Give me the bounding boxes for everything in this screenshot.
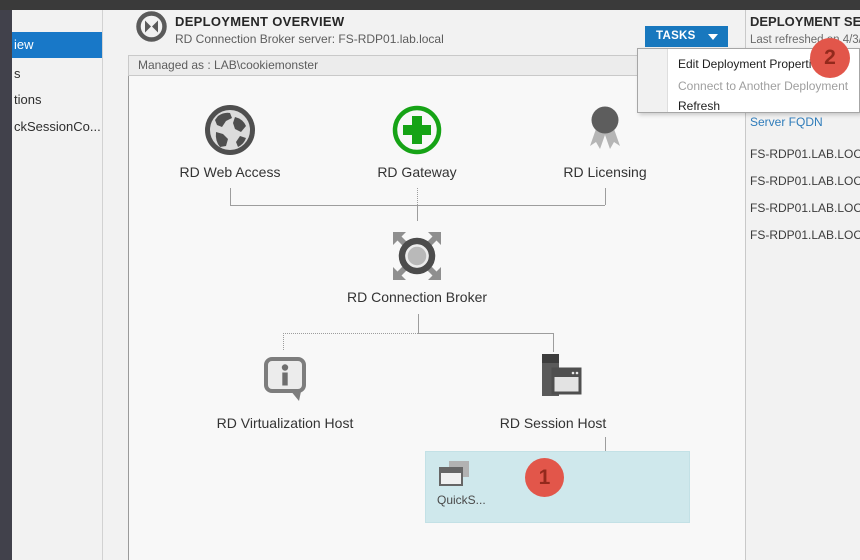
connector-line <box>605 437 606 451</box>
server-row[interactable]: FS-RDP01.LAB.LOCAL <box>750 201 860 215</box>
node-rd-virtualization-host[interactable] <box>259 352 311 409</box>
node-rd-web-access[interactable] <box>204 104 256 161</box>
server-window-icon <box>529 391 583 408</box>
sidebar-item-overview[interactable]: iew <box>12 32 102 58</box>
node-label-rd-connection-broker: RD Connection Broker <box>347 289 487 305</box>
page-title: DEPLOYMENT OVERVIEW <box>175 14 344 29</box>
info-bubble-icon <box>259 391 311 408</box>
sidebar-item-servers[interactable]: s <box>12 63 102 85</box>
connector-line-dotted <box>283 333 418 334</box>
node-rd-licensing[interactable] <box>579 103 631 160</box>
globe-icon <box>204 143 256 160</box>
menu-item-connect-to-another-deployment: Connect to Another Deployment <box>678 79 848 93</box>
menu-item-refresh[interactable]: Refresh <box>678 99 720 113</box>
server-row[interactable]: FS-RDP01.LAB.LOCAL <box>750 174 860 188</box>
rds-logo-icon <box>136 11 167 42</box>
connector-line <box>418 333 553 334</box>
page-subtitle: RD Connection Broker server: FS-RDP01.la… <box>175 32 444 46</box>
connector-line <box>418 314 419 333</box>
sidebar-item-collections[interactable]: tions <box>12 89 102 111</box>
tasks-button-label: TASKS <box>656 30 696 42</box>
menu-item-edit-deployment-properties[interactable]: Edit Deployment Properties <box>678 57 824 71</box>
windows-stack-icon <box>437 459 471 496</box>
window-top-bar <box>0 0 860 10</box>
annotation-badge-step-1: 1 <box>525 458 564 497</box>
left-dark-strip <box>0 10 12 560</box>
node-label-rd-session-host: RD Session Host <box>500 415 607 431</box>
node-label-rd-virtualization-host: RD Virtualization Host <box>217 415 354 431</box>
green-plus-circle-icon <box>391 143 443 160</box>
sidebar-divider <box>102 10 103 560</box>
node-label-rd-web-access: RD Web Access <box>180 164 281 180</box>
collection-label: QuickS... <box>437 493 486 507</box>
menu-icon-gutter <box>638 49 668 112</box>
sidebar-item-quicksessioncollection[interactable]: ckSessionCo... <box>12 116 102 138</box>
connector-line <box>417 205 418 221</box>
tasks-button[interactable]: TASKS <box>645 26 728 47</box>
annotation-badge-step-2: 2 <box>810 38 850 78</box>
connector-line <box>230 188 231 205</box>
node-rd-gateway[interactable] <box>391 104 443 161</box>
server-row[interactable]: FS-RDP01.LAB.LOCAL <box>750 228 860 242</box>
node-rd-connection-broker[interactable] <box>385 224 449 293</box>
connector-line-dotted <box>417 188 418 205</box>
column-header-server-fqdn[interactable]: Server FQDN <box>750 115 823 129</box>
medal-ribbon-icon <box>579 142 631 159</box>
node-rd-session-host[interactable] <box>529 350 583 409</box>
connector-line <box>605 188 606 205</box>
node-label-rd-gateway: RD Gateway <box>377 164 456 180</box>
server-row[interactable]: FS-RDP01.LAB.LOCAL <box>750 147 860 161</box>
deployment-servers-title: DEPLOYMENT SERVERS <box>750 14 860 29</box>
node-label-rd-licensing: RD Licensing <box>563 164 646 180</box>
connector-line-dotted <box>283 333 284 350</box>
chevron-down-icon <box>708 34 718 40</box>
